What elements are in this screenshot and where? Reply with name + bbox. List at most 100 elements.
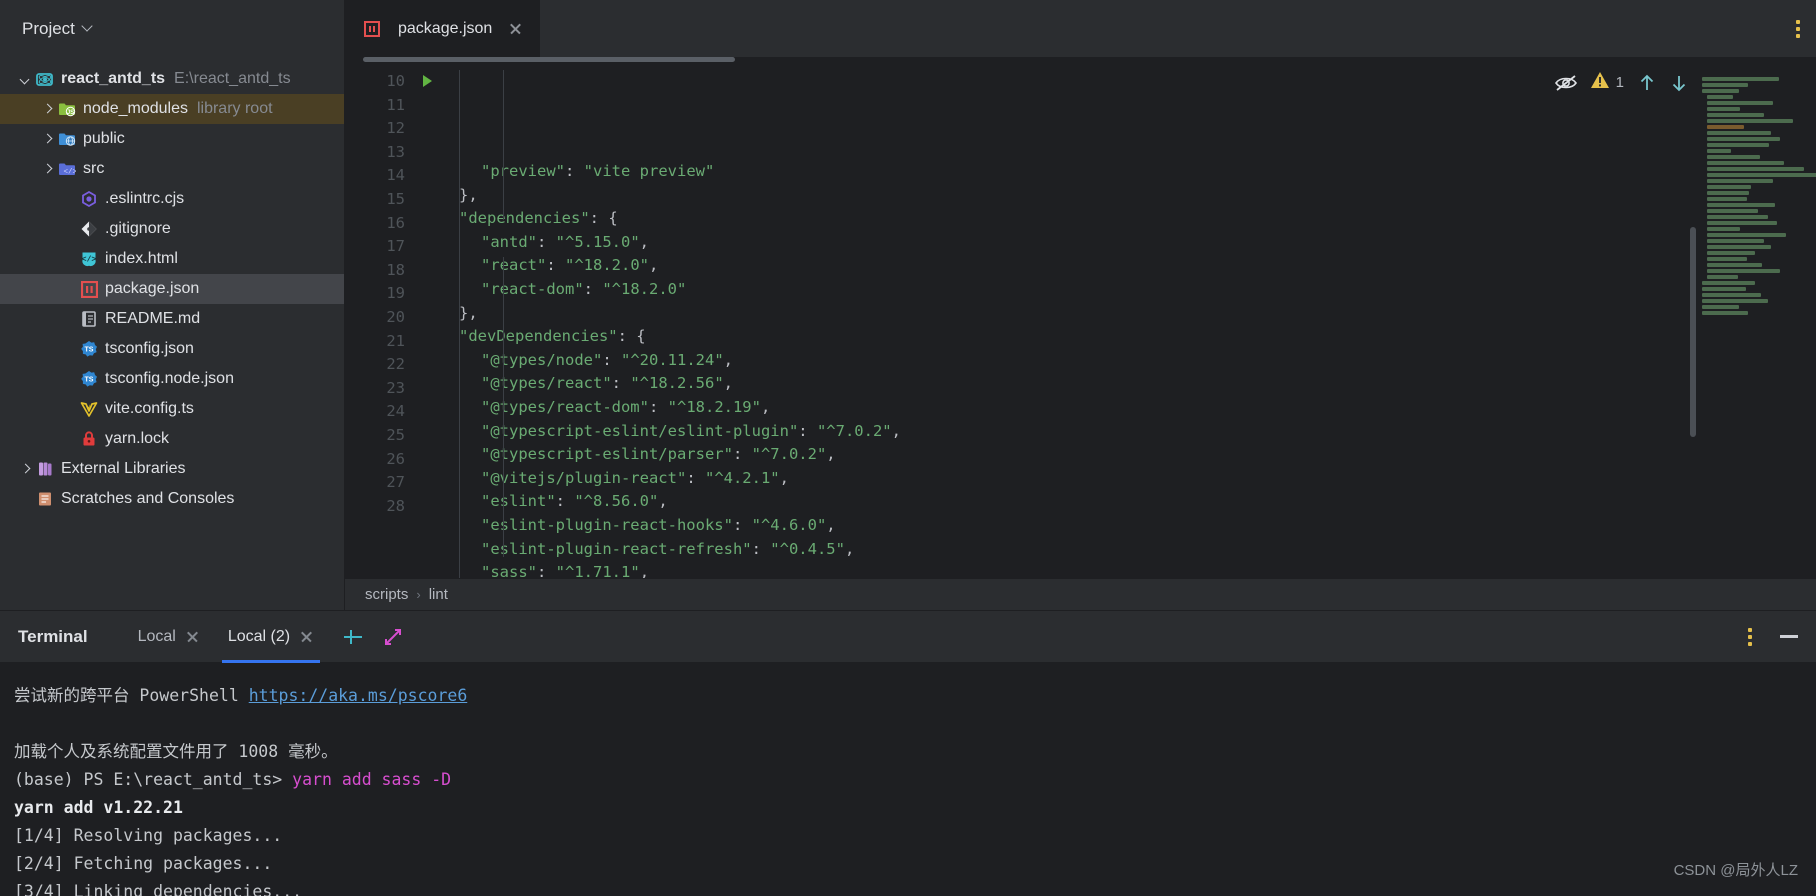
code-line[interactable]: "devDependencies": { <box>415 325 1816 349</box>
code-line[interactable]: "react-dom": "^18.2.0" <box>415 278 1816 302</box>
arrow-up-icon[interactable] <box>1638 73 1656 93</box>
terminal-session-tabs[interactable]: Local Local (2) <box>124 611 329 663</box>
line-number[interactable]: 23 <box>345 377 415 401</box>
tree-item-gitignore[interactable]: .gitignore <box>0 214 344 244</box>
tree-item-tsconfig-node-json[interactable]: TS tsconfig.node.json <box>0 364 344 394</box>
code-line[interactable]: }, <box>415 184 1816 208</box>
close-icon[interactable] <box>508 21 524 37</box>
code-line[interactable]: "dependencies": { <box>415 207 1816 231</box>
line-number[interactable]: 21 <box>345 330 415 354</box>
close-icon[interactable] <box>186 630 200 644</box>
chevron-right-icon[interactable] <box>43 165 51 173</box>
tree-item-scratches-and-consoles[interactable]: Scratches and Consoles <box>0 484 344 514</box>
tree-toggle[interactable] <box>14 75 36 83</box>
tree-item-index-html[interactable]: </> index.html <box>0 244 344 274</box>
line-number[interactable]: 17 <box>345 235 415 259</box>
minimize-icon[interactable] <box>1780 635 1798 638</box>
line-number[interactable]: 24 <box>345 400 415 424</box>
line-number[interactable]: 14 <box>345 164 415 188</box>
editor-vertical-scrollbar[interactable] <box>1690 227 1696 437</box>
code-line[interactable]: "eslint": "^8.56.0", <box>415 490 1816 514</box>
expand-diagonal-icon[interactable] <box>382 626 404 648</box>
line-number[interactable]: 25 <box>345 424 415 448</box>
project-sidebar-header[interactable]: Project <box>0 0 344 57</box>
chevron-right-icon[interactable] <box>43 135 51 143</box>
code-line[interactable]: "@types/react": "^18.2.56", <box>415 372 1816 396</box>
close-icon[interactable] <box>300 630 314 644</box>
svg-text:TS: TS <box>85 377 94 384</box>
line-number[interactable]: 12 <box>345 117 415 141</box>
line-number-gutter[interactable]: 10 11 12 13 14 15 16 17 18 19 20 21 22 23 24 25 26 27 28 <box>345 57 432 578</box>
breadcrumb-item-lint[interactable]: lint <box>429 586 448 603</box>
breadcrumb[interactable]: scripts › lint <box>345 578 1816 610</box>
tree-toggle[interactable] <box>36 105 58 113</box>
tree-toggle[interactable] <box>36 135 58 143</box>
code-line[interactable]: "@typescript-eslint/parser": "^7.0.2", <box>415 443 1816 467</box>
tree-toggle[interactable] <box>14 465 36 473</box>
code-line[interactable]: }, <box>415 302 1816 326</box>
code-token: "antd" <box>481 232 537 251</box>
chevron-down-icon[interactable] <box>83 22 93 32</box>
more-vertical-icon[interactable] <box>1796 19 1800 38</box>
minimap-line <box>1707 233 1787 237</box>
code-line[interactable]: "eslint-plugin-react-refresh": "^0.4.5", <box>415 538 1816 562</box>
tree-item-react-antd-ts[interactable]: react_antd_ts E:\react_antd_ts <box>0 64 344 94</box>
code-line[interactable]: "sass": "^1.71.1", <box>415 561 1816 578</box>
code-line[interactable]: "react": "^18.2.0", <box>415 254 1816 278</box>
more-vertical-icon[interactable] <box>1748 627 1752 646</box>
line-number[interactable]: 26 <box>345 448 415 472</box>
terminal-panel-title: Terminal <box>18 626 88 646</box>
tree-item-yarn-lock[interactable]: yarn.lock <box>0 424 344 454</box>
line-number[interactable]: 22 <box>345 353 415 377</box>
code-token: , <box>723 350 733 369</box>
tree-item-package-json[interactable]: package.json <box>0 274 344 304</box>
tree-item-readme-md[interactable]: README.md <box>0 304 344 334</box>
line-number[interactable]: 18 <box>345 259 415 283</box>
line-number[interactable]: 20 <box>345 306 415 330</box>
project-file-tree[interactable]: react_antd_ts E:\react_antd_ts JS node_modu… <box>0 57 344 514</box>
line-number[interactable]: 10 <box>345 70 432 94</box>
code-line[interactable]: "eslint-plugin-react-hooks": "^4.6.0", <box>415 514 1816 538</box>
code-line[interactable]: "@vitejs/plugin-react": "^4.2.1", <box>415 467 1816 491</box>
line-number[interactable]: 28 <box>345 495 415 519</box>
tree-toggle[interactable] <box>36 165 58 173</box>
code-line[interactable]: "@types/node": "^20.11.24", <box>415 349 1816 373</box>
code-line[interactable]: "@types/react-dom": "^18.2.19", <box>415 396 1816 420</box>
code-minimap[interactable] <box>1698 71 1816 321</box>
tree-item-tsconfig-json[interactable]: TS tsconfig.json <box>0 334 344 364</box>
tree-item-external-libraries[interactable]: External Libraries <box>0 454 344 484</box>
chevron-down-icon[interactable] <box>21 75 29 83</box>
terminal-tab-local[interactable]: Local <box>124 611 214 663</box>
tree-item-node-modules[interactable]: JS node_modules library root <box>0 94 344 124</box>
editor-tab-package-json[interactable]: package.json <box>345 0 541 57</box>
tree-item-public[interactable]: public <box>0 124 344 154</box>
warning-triangle-icon[interactable] <box>1590 71 1610 94</box>
code-content[interactable]: "preview": "vite preview"}, "dependencies… <box>415 57 1816 578</box>
line-number[interactable]: 19 <box>345 282 415 306</box>
tree-item-sublabel: E:\react_antd_ts <box>174 70 291 87</box>
line-number[interactable]: 11 <box>345 94 415 118</box>
tree-item-src[interactable]: </> src <box>0 154 344 184</box>
eye-slash-icon[interactable] <box>1554 74 1577 92</box>
chevron-right-icon[interactable] <box>21 465 29 473</box>
line-number[interactable]: 16 <box>345 212 415 236</box>
terminal-tab-local-2[interactable]: Local (2) <box>214 611 328 663</box>
terminal-text: 尝试新的跨平台 PowerShell <box>14 686 249 705</box>
code-line[interactable]: "@typescript-eslint/eslint-plugin": "^7.… <box>415 420 1816 444</box>
code-line[interactable]: "preview": "vite preview" <box>415 160 1816 184</box>
plus-icon[interactable] <box>342 626 364 648</box>
terminal-output[interactable]: 尝试新的跨平台 PowerShell https://aka.ms/pscore… <box>0 662 1816 896</box>
editor-body[interactable]: 10 11 12 13 14 15 16 17 18 19 20 21 22 23 24 25 26 27 28 "… <box>345 57 1816 578</box>
minimap-line <box>1702 305 1740 309</box>
breadcrumb-item-scripts[interactable]: scripts <box>365 586 408 603</box>
arrow-down-icon[interactable] <box>1670 73 1688 93</box>
tree-item-label: .gitignore <box>105 220 171 237</box>
chevron-right-icon[interactable] <box>43 105 51 113</box>
code-line[interactable]: "antd": "^5.15.0", <box>415 231 1816 255</box>
line-number[interactable]: 15 <box>345 188 415 212</box>
line-number[interactable]: 13 <box>345 141 415 165</box>
tree-item-vite-config-ts[interactable]: vite.config.ts <box>0 394 344 424</box>
line-number[interactable]: 27 <box>345 471 415 495</box>
tree-item-eslintrc-cjs[interactable]: .eslintrc.cjs <box>0 184 344 214</box>
terminal-link[interactable]: https://aka.ms/pscore6 <box>249 686 468 705</box>
